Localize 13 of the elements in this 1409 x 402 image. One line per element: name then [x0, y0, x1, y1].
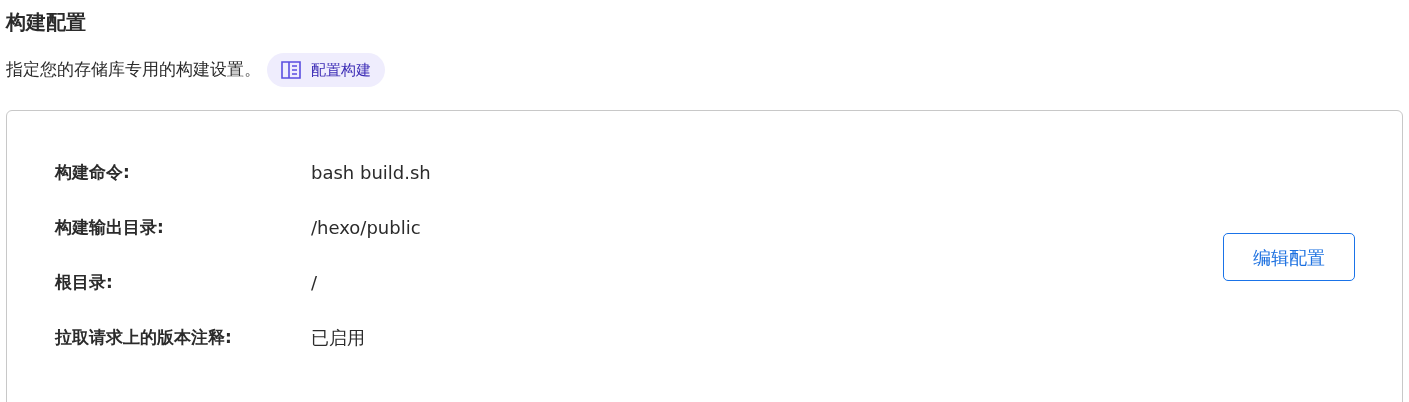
- setting-value: bash build.sh: [311, 161, 431, 185]
- docs-link[interactable]: 配置构建: [267, 53, 385, 87]
- book-icon: [281, 61, 301, 79]
- edit-config-button[interactable]: 编辑配置: [1223, 233, 1355, 281]
- setting-value: /: [311, 271, 318, 295]
- setting-label: 构建命令:: [55, 160, 131, 184]
- description: 指定您的存储库专用的构建设置。: [6, 58, 261, 82]
- setting-label: 根目录:: [55, 270, 114, 294]
- setting-value: /hexo/public: [311, 216, 421, 240]
- setting-value: 已启用: [311, 326, 365, 350]
- section-title: 构建配置: [6, 9, 86, 36]
- setting-label: 构建输出目录:: [55, 215, 165, 239]
- setting-label: 拉取请求上的版本注释:: [55, 325, 233, 349]
